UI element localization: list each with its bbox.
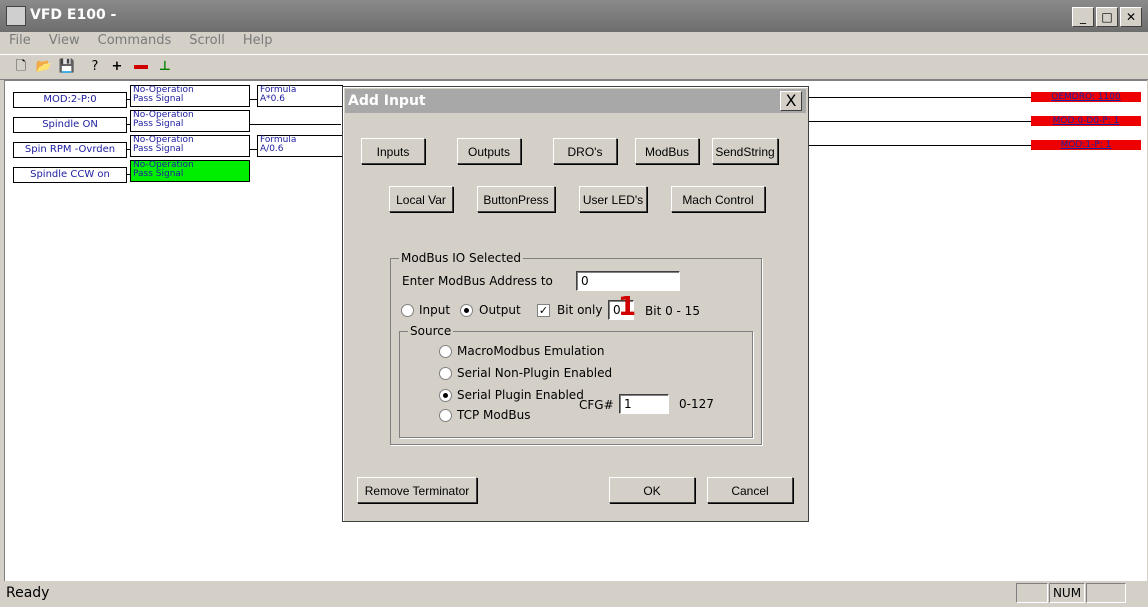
- modbus-group-label: ModBus IO Selected: [399, 251, 524, 265]
- modbus-io-group: ModBus IO Selected Enter ModBus Address …: [390, 251, 762, 445]
- add-input-dialog: Add Input X Inputs Outputs DRO's ModBus …: [342, 86, 809, 522]
- source-option-label: TCP ModBus: [457, 408, 531, 422]
- sendstring-button[interactable]: SendString: [712, 138, 778, 164]
- input-radio[interactable]: [401, 304, 414, 317]
- operation-sublabel: Pass Signal: [133, 119, 184, 129]
- dialog-title-bar: Add Input X: [345, 89, 806, 113]
- user-leds-button[interactable]: User LED's: [579, 186, 647, 212]
- remove-icon[interactable]: [132, 58, 150, 76]
- source-tcp-modbus-radio[interactable]: [439, 409, 452, 422]
- source-macromodbus-radio[interactable]: [439, 345, 452, 358]
- menu-view[interactable]: View: [40, 32, 89, 50]
- ladder-input[interactable]: Spindle ON: [13, 117, 127, 133]
- formula-value: A/0.6: [260, 144, 284, 154]
- operation-sublabel: Pass Signal: [133, 94, 184, 104]
- ladder-formula[interactable]: Formula A*0.6: [257, 85, 343, 107]
- ladder-input[interactable]: Spindle CCW on: [13, 167, 127, 183]
- window-title: VFD E100 -: [30, 7, 117, 23]
- menu-file[interactable]: File: [0, 32, 40, 50]
- status-bar: Ready NUM: [0, 581, 1148, 607]
- status-pane: [1086, 583, 1126, 603]
- source-group: Source MacroModbus Emulation Serial Non-…: [399, 324, 753, 438]
- ladder-output[interactable]: MOD:1-P: 1: [1031, 140, 1141, 150]
- menu-commands[interactable]: Commands: [89, 32, 181, 50]
- modbus-address-input[interactable]: [576, 271, 680, 291]
- status-pane: [1016, 583, 1048, 603]
- open-folder-icon[interactable]: 📂: [35, 58, 53, 76]
- help-icon[interactable]: ?: [86, 58, 104, 76]
- num-indicator: NUM: [1049, 583, 1085, 603]
- status-text: Ready: [6, 585, 50, 601]
- new-file-icon[interactable]: 🗋: [12, 58, 30, 76]
- output-radio[interactable]: [460, 304, 473, 317]
- menu-bar: File View Commands Scroll Help: [0, 32, 1148, 52]
- menu-scroll[interactable]: Scroll: [180, 32, 234, 50]
- menu-help[interactable]: Help: [234, 32, 282, 50]
- local-var-button[interactable]: Local Var: [389, 186, 453, 212]
- remove-terminator-button[interactable]: Remove Terminator: [357, 477, 477, 503]
- app-icon: [6, 6, 26, 26]
- ladder-output[interactable]: OEMDRO: 1100: [1031, 92, 1141, 102]
- modbus-button[interactable]: ModBus: [635, 138, 699, 164]
- ladder-formula[interactable]: Formula A/0.6: [257, 135, 343, 157]
- toolbar: 🗋 📂 💾 ? + ⊥: [0, 54, 1148, 80]
- ladder-input[interactable]: Spin RPM -Ovrden: [13, 142, 127, 158]
- ladder-operation[interactable]: No-Operation Pass Signal: [130, 135, 250, 157]
- ladder-output[interactable]: MOD:0-D0-P: 1: [1031, 116, 1141, 126]
- dros-button[interactable]: DRO's: [553, 138, 617, 164]
- address-label: Enter ModBus Address to: [402, 274, 553, 288]
- source-serial-nonplugin-radio[interactable]: [439, 367, 452, 380]
- dialog-close-button[interactable]: X: [780, 91, 802, 111]
- source-serial-plugin-radio[interactable]: [439, 389, 452, 402]
- outputs-button[interactable]: Outputs: [457, 138, 521, 164]
- source-group-label: Source: [408, 324, 454, 338]
- dialog-title: Add Input: [348, 93, 426, 109]
- minimize-button[interactable]: _: [1072, 7, 1094, 27]
- bit-only-label: Bit only: [557, 303, 603, 317]
- title-bar: VFD E100 - _ □ ✕: [0, 0, 1148, 32]
- add-icon[interactable]: +: [108, 58, 126, 76]
- input-radio-label: Input: [419, 303, 451, 317]
- operation-sublabel: Pass Signal: [133, 169, 184, 179]
- bit-only-checkbox[interactable]: ✓: [537, 304, 550, 317]
- cfg-label: CFG#: [579, 398, 614, 412]
- mach-control-button[interactable]: Mach Control: [671, 186, 765, 212]
- annotation-mark: 1: [618, 292, 637, 322]
- output-radio-label: Output: [479, 303, 521, 317]
- buttonpress-button[interactable]: ButtonPress: [477, 186, 555, 212]
- source-option-label: MacroModbus Emulation: [457, 344, 605, 358]
- ladder-operation[interactable]: No-Operation Pass Signal: [130, 110, 250, 132]
- inputs-button[interactable]: Inputs: [361, 138, 425, 164]
- cfg-input[interactable]: [619, 394, 669, 414]
- source-option-label: Serial Non-Plugin Enabled: [457, 366, 613, 380]
- save-icon[interactable]: 💾: [58, 58, 76, 76]
- operation-sublabel: Pass Signal: [133, 144, 184, 154]
- ladder-input[interactable]: MOD:2-P:0: [13, 92, 127, 108]
- cfg-range-label: 0-127: [679, 397, 714, 411]
- ladder-operation[interactable]: No-Operation Pass Signal: [130, 85, 250, 107]
- close-button[interactable]: ✕: [1120, 7, 1142, 27]
- source-option-label: Serial Plugin Enabled: [457, 388, 584, 402]
- maximize-button[interactable]: □: [1096, 7, 1118, 27]
- formula-value: A*0.6: [260, 94, 285, 104]
- terminator-icon[interactable]: ⊥: [156, 58, 174, 76]
- ladder-operation-active[interactable]: No-Operation Pass Signal: [130, 160, 250, 182]
- bit-range-label: Bit 0 - 15: [645, 304, 700, 318]
- cancel-button[interactable]: Cancel: [707, 477, 793, 503]
- ok-button[interactable]: OK: [609, 477, 695, 503]
